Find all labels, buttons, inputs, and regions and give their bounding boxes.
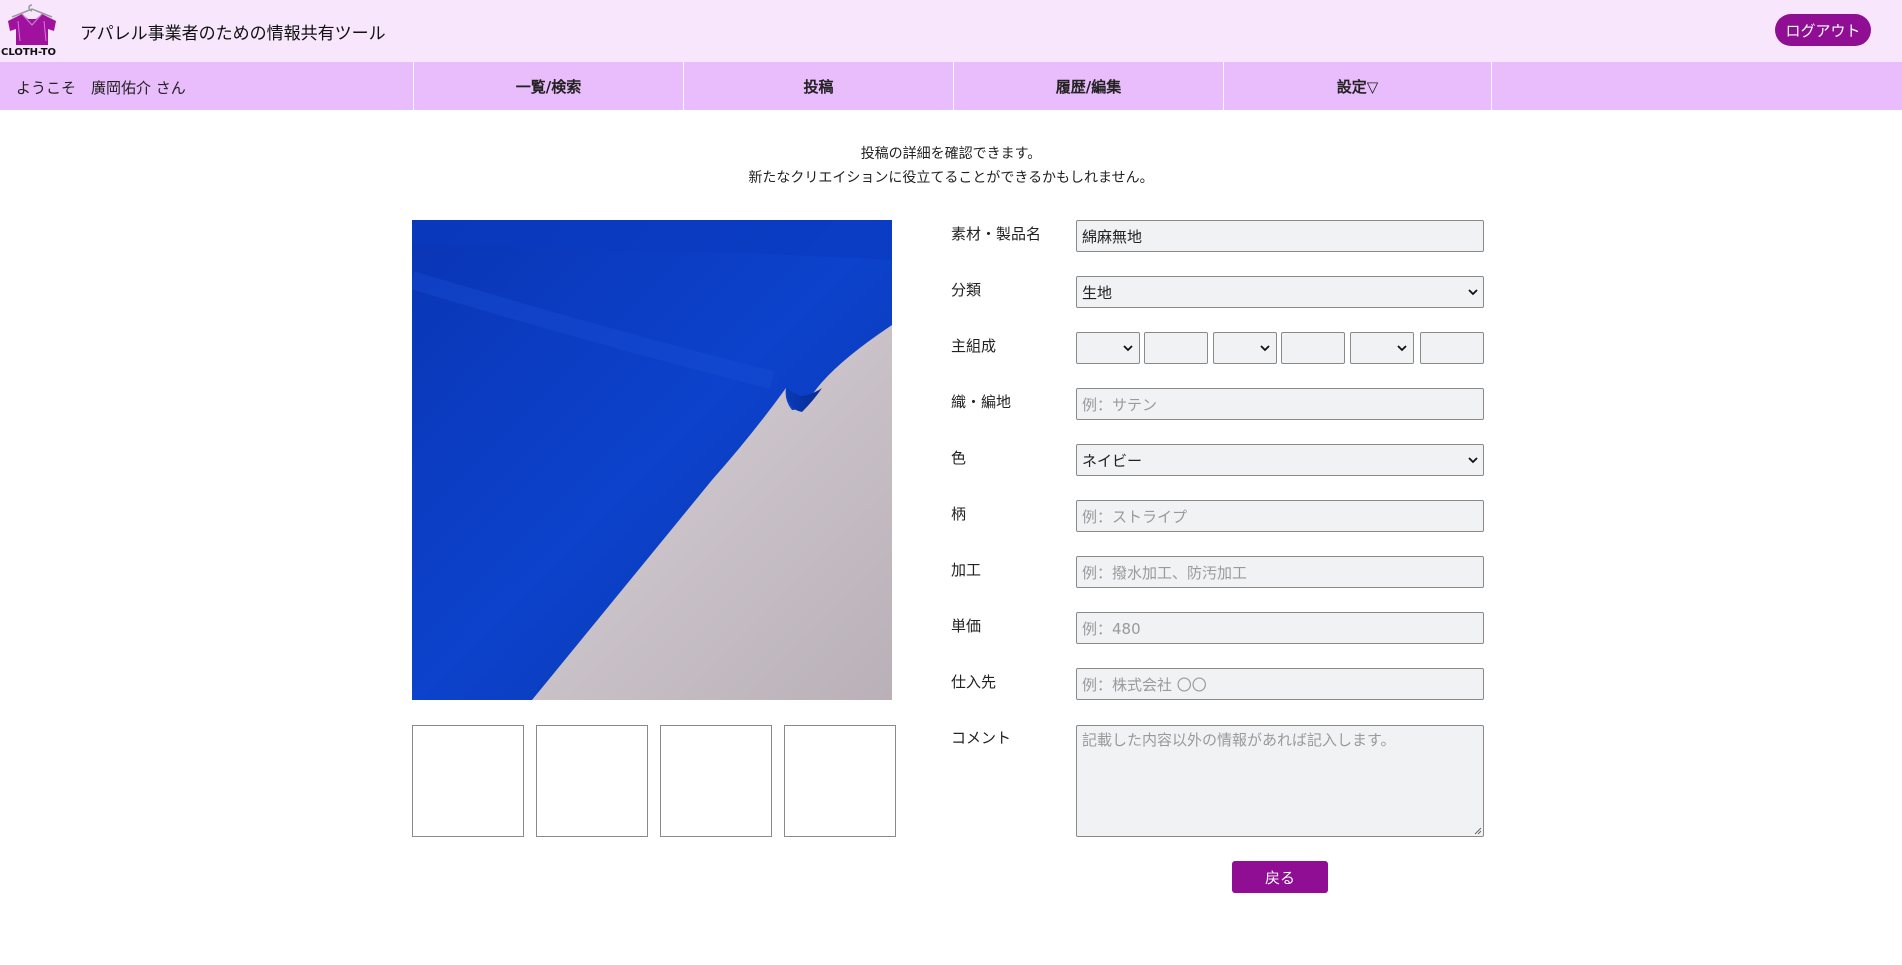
chevron-down-icon [1468,457,1478,464]
color-value: ネイビー [1082,451,1143,470]
resize-handle-icon[interactable] [1473,826,1482,835]
nav-item-settings[interactable]: 設定▽ [1223,62,1491,110]
processing-input[interactable]: 例：撥水加工、防汚加工 [1076,556,1484,588]
nav-item-list-search[interactable]: 一覧/検索 [413,62,683,110]
category-label: 分類 [951,281,982,299]
pattern-placeholder: 例：ストライプ [1082,507,1188,526]
nav-divider [1491,62,1492,110]
intro-line-2: 新たなクリエイションに役立てることができるかもしれません。 [748,170,1154,186]
thumbnail-4[interactable] [784,725,896,837]
color-select[interactable]: ネイビー [1076,444,1484,476]
unit-price-input[interactable]: 例：480 [1076,612,1484,644]
composition-select-3[interactable] [1350,332,1414,364]
chevron-down-icon [1397,345,1407,352]
weave-input[interactable]: 例：サテン [1076,388,1484,420]
app-header: CLOTH-TO アパレル事業者のための情報共有ツール ログアウト [0,0,1902,62]
chevron-down-icon [1123,345,1133,352]
comment-textarea[interactable]: 記載した内容以外の情報があれば記入します。 [1076,725,1484,837]
logo[interactable]: CLOTH-TO [0,0,64,62]
main-product-image[interactable] [412,220,892,700]
welcome-text: ようこそ 廣岡佑介 さん [16,79,186,97]
thumbnail-1[interactable] [412,725,524,837]
thumbnail-2[interactable] [536,725,648,837]
hanger-shirt-icon [8,4,56,45]
category-value: 生地 [1082,283,1113,302]
chevron-down-icon [1260,345,1270,352]
nav-item-history-edit[interactable]: 履歴/編集 [953,62,1223,110]
thumbnail-3[interactable] [660,725,772,837]
logo-text: CLOTH-TO [1,47,57,58]
composition-percent-3[interactable] [1420,332,1484,364]
weave-placeholder: 例：サテン [1082,395,1158,414]
supplier-label: 仕入先 [951,673,997,691]
composition-percent-1[interactable] [1144,332,1208,364]
comment-placeholder: 記載した内容以外の情報があれば記入します。 [1082,731,1396,749]
product-name-label: 素材・製品名 [951,225,1042,243]
composition-percent-2[interactable] [1281,332,1345,364]
nav-item-post[interactable]: 投稿 [683,62,953,110]
supplier-input[interactable]: 例：株式会社 〇〇 [1076,668,1484,700]
unit-price-placeholder: 例：480 [1082,619,1141,638]
chevron-down-icon [1468,289,1478,296]
comment-label: コメント [951,729,1012,747]
composition-label: 主組成 [951,337,997,355]
back-button[interactable]: 戻る [1232,861,1328,893]
pattern-label: 柄 [951,505,967,523]
processing-label: 加工 [951,561,982,579]
intro-line-1: 投稿の詳細を確認できます。 [860,146,1042,162]
product-name-input[interactable]: 綿麻無地 [1076,220,1484,252]
unit-price-label: 単価 [951,617,982,635]
composition-select-2[interactable] [1213,332,1277,364]
logout-button[interactable]: ログアウト [1775,14,1871,46]
fabric-photo [412,220,892,700]
weave-label: 織・編地 [951,393,1012,411]
color-label: 色 [951,449,967,467]
nav-bar: ようこそ 廣岡佑介 さん 一覧/検索 投稿 履歴/編集 設定▽ [0,62,1902,110]
product-name-value: 綿麻無地 [1082,227,1143,246]
app-title: アパレル事業者のための情報共有ツール [80,24,386,44]
pattern-input[interactable]: 例：ストライプ [1076,500,1484,532]
composition-select-1[interactable] [1076,332,1140,364]
supplier-placeholder: 例：株式会社 〇〇 [1082,675,1207,694]
processing-placeholder: 例：撥水加工、防汚加工 [1082,563,1248,582]
category-select[interactable]: 生地 [1076,276,1484,308]
